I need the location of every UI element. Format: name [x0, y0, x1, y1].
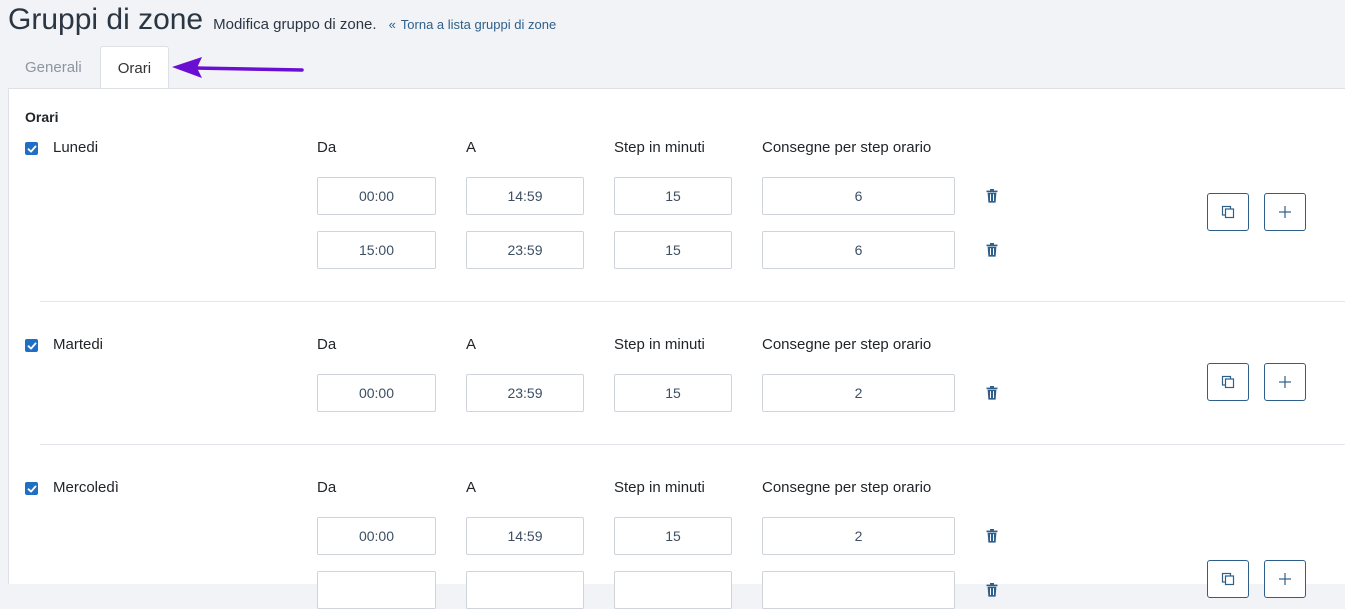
- check-icon: [27, 342, 37, 349]
- column-label-step: Step in minuti: [614, 479, 705, 496]
- check-icon: [27, 485, 37, 492]
- tab-orari[interactable]: Orari: [99, 46, 170, 89]
- day-divider: [40, 301, 1345, 302]
- input-da[interactable]: 15:00: [317, 231, 436, 269]
- copy-button[interactable]: [1207, 560, 1249, 598]
- section-title: Orari: [25, 109, 59, 125]
- plus-icon: [1279, 376, 1291, 388]
- column-label-da: Da: [317, 479, 337, 496]
- tab-bar: Generali Orari: [8, 46, 170, 89]
- input-step[interactable]: 15: [614, 374, 732, 412]
- back-link-label: Torna a lista gruppi di zone: [400, 17, 557, 32]
- orari-panel: Orari Lunedi Da A Step in minuti Consegne pe…: [8, 88, 1345, 609]
- day-checkbox[interactable]: [25, 142, 38, 155]
- day-name: Martedi: [53, 336, 104, 353]
- trash-icon[interactable]: [986, 529, 998, 543]
- double-chevron-left-icon: «: [388, 17, 396, 32]
- input-a[interactable]: 14:59: [466, 517, 584, 555]
- column-label-a: A: [466, 479, 477, 496]
- input-step[interactable]: 15: [614, 231, 732, 269]
- input-step[interactable]: 15: [614, 517, 732, 555]
- input-da[interactable]: 00:00: [317, 177, 436, 215]
- copy-icon: [1221, 205, 1235, 219]
- input-consegne[interactable]: 2: [762, 374, 955, 412]
- day-name: Lunedi: [53, 139, 99, 156]
- day-checkbox[interactable]: [25, 339, 38, 352]
- tab-generali[interactable]: Generali: [8, 46, 99, 89]
- input-consegne[interactable]: [762, 571, 955, 609]
- add-row-button[interactable]: [1264, 193, 1306, 231]
- column-label-da: Da: [317, 139, 337, 156]
- column-label-consegne: Consegne per step orario: [762, 336, 932, 353]
- column-label-da: Da: [317, 336, 337, 353]
- trash-icon[interactable]: [986, 583, 998, 597]
- column-label-consegne: Consegne per step orario: [762, 139, 932, 156]
- trash-icon[interactable]: [986, 243, 998, 257]
- check-icon: [27, 145, 37, 152]
- input-a[interactable]: [466, 571, 584, 609]
- column-label-step: Step in minuti: [614, 336, 705, 353]
- copy-icon: [1221, 375, 1235, 389]
- column-label-step: Step in minuti: [614, 139, 705, 156]
- page-header: Gruppi di zone Modifica gruppo di zone. …: [8, 0, 556, 46]
- back-to-list-link[interactable]: « Torna a lista gruppi di zone: [389, 17, 557, 32]
- input-consegne[interactable]: 2: [762, 517, 955, 555]
- input-da[interactable]: [317, 571, 436, 609]
- input-da[interactable]: 00:00: [317, 374, 436, 412]
- day-checkbox[interactable]: [25, 482, 38, 495]
- trash-icon[interactable]: [986, 189, 998, 203]
- day-name: Mercoledì: [53, 479, 119, 496]
- input-step[interactable]: 15: [614, 177, 732, 215]
- plus-icon: [1279, 206, 1291, 218]
- input-consegne[interactable]: 6: [762, 177, 955, 215]
- annotation-arrow: [172, 57, 304, 78]
- input-consegne[interactable]: 6: [762, 231, 955, 269]
- input-a[interactable]: 14:59: [466, 177, 584, 215]
- input-a[interactable]: 23:59: [466, 374, 584, 412]
- copy-button[interactable]: [1207, 363, 1249, 401]
- add-row-button[interactable]: [1264, 560, 1306, 598]
- column-label-a: A: [466, 336, 477, 353]
- input-a[interactable]: 23:59: [466, 231, 584, 269]
- column-label-a: A: [466, 139, 477, 156]
- column-label-consegne: Consegne per step orario: [762, 479, 932, 496]
- page-subtitle: Modifica gruppo di zone.: [213, 16, 377, 33]
- page-title: Gruppi di zone: [8, 3, 204, 36]
- input-da[interactable]: 00:00: [317, 517, 436, 555]
- trash-icon[interactable]: [986, 386, 998, 400]
- add-row-button[interactable]: [1264, 363, 1306, 401]
- day-divider: [40, 444, 1345, 445]
- copy-button[interactable]: [1207, 193, 1249, 231]
- input-step[interactable]: [614, 571, 732, 609]
